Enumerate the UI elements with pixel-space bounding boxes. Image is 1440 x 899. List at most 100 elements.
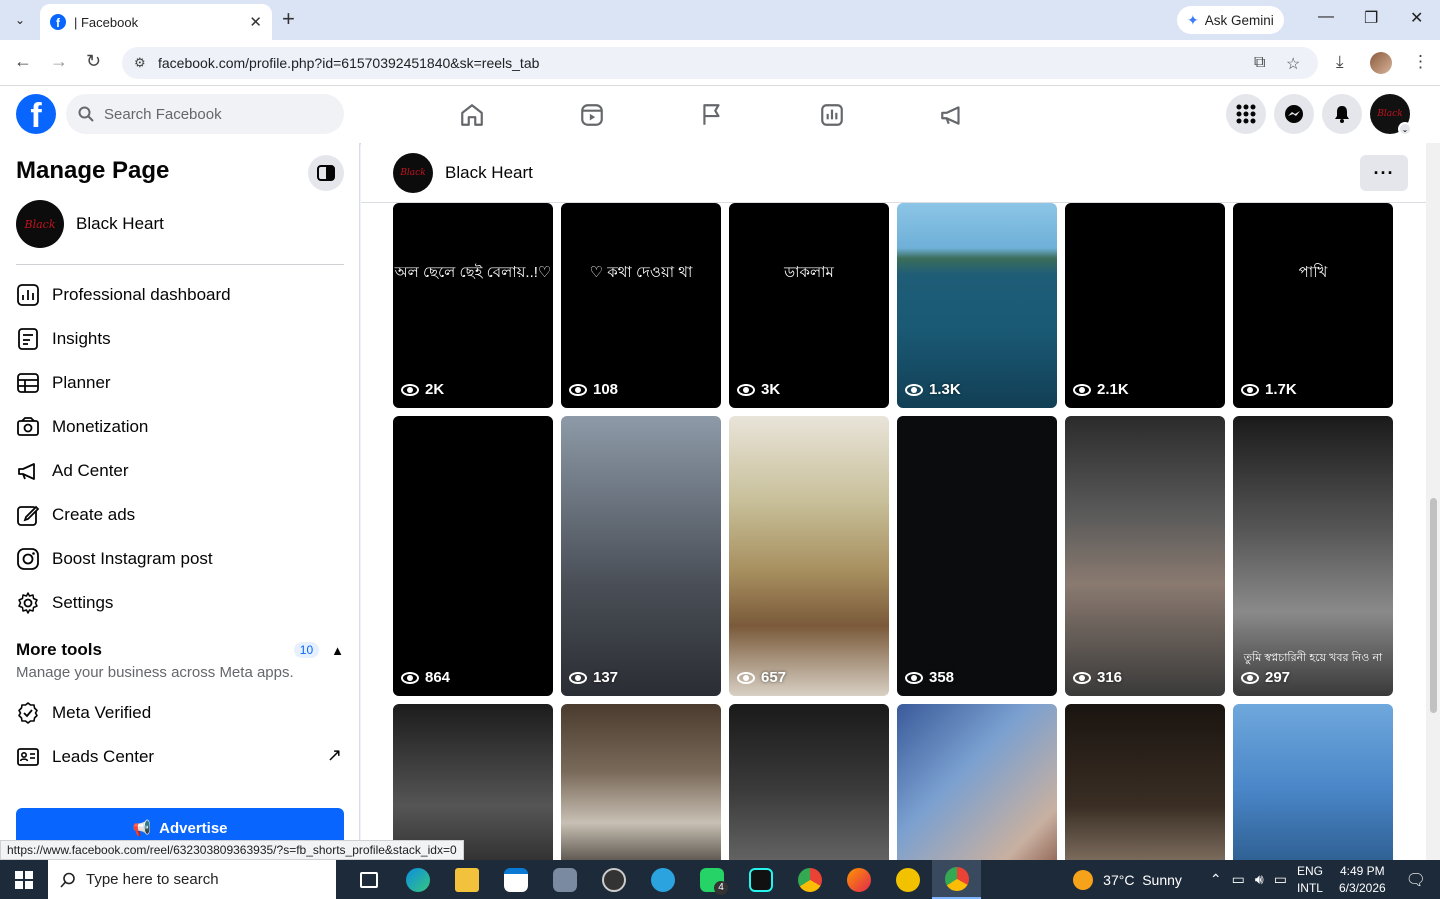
more-options-button[interactable]: ··· (1360, 155, 1408, 191)
app-yellow-icon[interactable] (883, 860, 932, 899)
facebook-logo[interactable]: f (16, 94, 56, 134)
account-avatar[interactable]: Black ⌄ (1370, 94, 1412, 136)
edge-icon[interactable] (393, 860, 442, 899)
page-avatar[interactable]: Black (393, 153, 433, 193)
link-status-bar: https://www.facebook.com/reel/6323038093… (0, 840, 464, 860)
page-avatar: Black (16, 200, 64, 248)
chrome-icon[interactable] (785, 860, 834, 899)
browser-tab[interactable]: f | Facebook ✕ (40, 4, 272, 40)
weather-sun-icon[interactable] (1073, 869, 1094, 890)
minimize-button[interactable]: — (1318, 8, 1334, 26)
nav-pages[interactable] (652, 86, 772, 143)
notifications-icon[interactable]: 🗨︎ (1406, 870, 1426, 890)
reel-thumbnail[interactable]: ♡ কথা দেওয়া থা 108 (561, 203, 721, 408)
reel-thumbnail[interactable]: 137 (561, 416, 721, 696)
dashboard-icon (17, 284, 39, 306)
view-count: 1.7K (1241, 381, 1297, 398)
reel-thumbnail[interactable]: অল ছেলে ছেই বেলায়..!♡ 2K (393, 203, 553, 408)
close-window-button[interactable]: ✕ (1410, 8, 1423, 28)
reel-thumbnail[interactable]: পাখি 1.7K (1233, 203, 1393, 408)
sidebar-item-settings[interactable]: Settings (16, 581, 344, 625)
sidebar-item-professional-dashboard[interactable]: Professional dashboard (16, 273, 344, 317)
nav-home[interactable] (412, 86, 532, 143)
sidebar-item-leads-center[interactable]: Leads Center ↗ (16, 735, 344, 779)
sidebar-item-insights[interactable]: Insights (16, 317, 344, 361)
bookmark-star-icon[interactable]: ☆ (1286, 54, 1300, 74)
nav-insights[interactable] (772, 86, 892, 143)
back-button[interactable]: ← (14, 51, 32, 72)
telegram-icon[interactable] (638, 860, 687, 899)
reload-button[interactable]: ↻ (86, 51, 101, 72)
sidebar-item-boost-instagram[interactable]: Boost Instagram post (16, 537, 344, 581)
volume-icon[interactable]: 🔊︎ (1255, 871, 1264, 888)
tiktok-icon[interactable] (736, 860, 785, 899)
reel-thumbnail[interactable]: তুমি স্বপ্নচারিনী হয়ে খবর নিও না 297 (1233, 416, 1393, 696)
eye-icon (737, 671, 755, 684)
browser-menu-icon[interactable]: ⋮ (1412, 52, 1429, 72)
weather-text[interactable]: 37°C Sunny (1103, 872, 1182, 888)
camera-icon[interactable] (540, 860, 589, 899)
menu-button[interactable] (1226, 94, 1266, 134)
chevron-up-icon[interactable]: ⌃ (1210, 871, 1222, 888)
new-tab-button[interactable]: + (282, 8, 295, 30)
nav-reels[interactable] (532, 86, 652, 143)
close-tab-icon[interactable]: ✕ (249, 13, 262, 31)
sidebar-item-monetization[interactable]: Monetization (16, 405, 344, 449)
start-button[interactable] (0, 860, 48, 899)
battery-icon[interactable]: ▭ (1232, 871, 1245, 888)
gemini-label: Ask Gemini (1204, 12, 1274, 28)
ask-gemini-button[interactable]: ✦ Ask Gemini (1177, 6, 1284, 34)
whatsapp-icon[interactable]: 4 (687, 860, 736, 899)
reel-thumbnail[interactable]: ডাকলাম 3K (729, 203, 889, 408)
reel-thumbnail[interactable]: 1.3K (897, 203, 1057, 408)
address-bar[interactable]: ⚙ facebook.com/profile.php?id=6157039245… (122, 47, 1318, 79)
restore-button[interactable]: ❐ (1364, 8, 1378, 28)
browser-toolbar: ← → ↻ ⚙ facebook.com/profile.php?id=6157… (0, 40, 1440, 86)
chevron-up-icon[interactable]: ▲ (331, 643, 344, 658)
obs-icon[interactable] (589, 860, 638, 899)
site-info-icon[interactable]: ⚙ (134, 55, 146, 71)
browser-profile-avatar[interactable] (1370, 52, 1392, 74)
notifications-button[interactable] (1322, 94, 1362, 134)
taskbar-search-input[interactable]: Type here to search (48, 860, 336, 899)
reel-thumbnail[interactable]: 316 (1065, 416, 1225, 696)
reel-thumbnail[interactable] (729, 704, 889, 860)
eye-icon (1073, 383, 1091, 396)
install-app-icon[interactable]: ⧉ (1254, 54, 1265, 72)
task-view-icon[interactable] (344, 860, 393, 899)
tab-search-dropdown[interactable]: ⌄ (8, 8, 32, 32)
reel-thumbnail[interactable] (897, 704, 1057, 860)
more-tools-section[interactable]: More tools 10 ▲ Manage your business acr… (16, 640, 344, 681)
nav-ad-center[interactable] (892, 86, 1012, 143)
store-icon[interactable] (491, 860, 540, 899)
sidebar-item-meta-verified[interactable]: Meta Verified (16, 691, 344, 735)
chrome-active-icon[interactable] (932, 860, 981, 899)
view-count-value: 864 (425, 669, 451, 686)
network-icon[interactable]: ▭ (1274, 871, 1287, 888)
switch-view-button[interactable] (308, 155, 344, 191)
download-icon[interactable]: ⤓ (1336, 52, 1344, 72)
reel-thumbnail[interactable]: 864 (393, 416, 553, 696)
advertise-label: Advertise (159, 819, 228, 837)
clock[interactable]: 4:49 PM 6/3/2026 (1339, 863, 1386, 897)
language-indicator[interactable]: ENG INTL (1297, 863, 1323, 897)
reel-thumbnail[interactable] (393, 704, 553, 860)
forward-button[interactable]: → (50, 51, 68, 72)
page-scrollbar[interactable] (1426, 143, 1440, 860)
file-explorer-icon[interactable] (442, 860, 491, 899)
search-input[interactable]: Search Facebook (66, 94, 344, 134)
scrollbar-thumb[interactable] (1430, 498, 1437, 713)
reel-thumbnail[interactable] (1065, 704, 1225, 860)
page-title[interactable]: Black Heart (445, 163, 533, 183)
messenger-button[interactable] (1274, 94, 1314, 134)
reel-thumbnail[interactable]: 358 (897, 416, 1057, 696)
sidebar-item-ad-center[interactable]: Ad Center (16, 449, 344, 493)
reel-thumbnail[interactable]: 2.1K (1065, 203, 1225, 408)
sidebar-page-switcher[interactable]: Black Black Heart (16, 200, 164, 248)
sidebar-item-planner[interactable]: Planner (16, 361, 344, 405)
firefox-icon[interactable] (834, 860, 883, 899)
reel-thumbnail[interactable] (1233, 704, 1393, 860)
sidebar-item-create-ads[interactable]: Create ads (16, 493, 344, 537)
reel-thumbnail[interactable] (561, 704, 721, 860)
reel-thumbnail[interactable]: 657 (729, 416, 889, 696)
